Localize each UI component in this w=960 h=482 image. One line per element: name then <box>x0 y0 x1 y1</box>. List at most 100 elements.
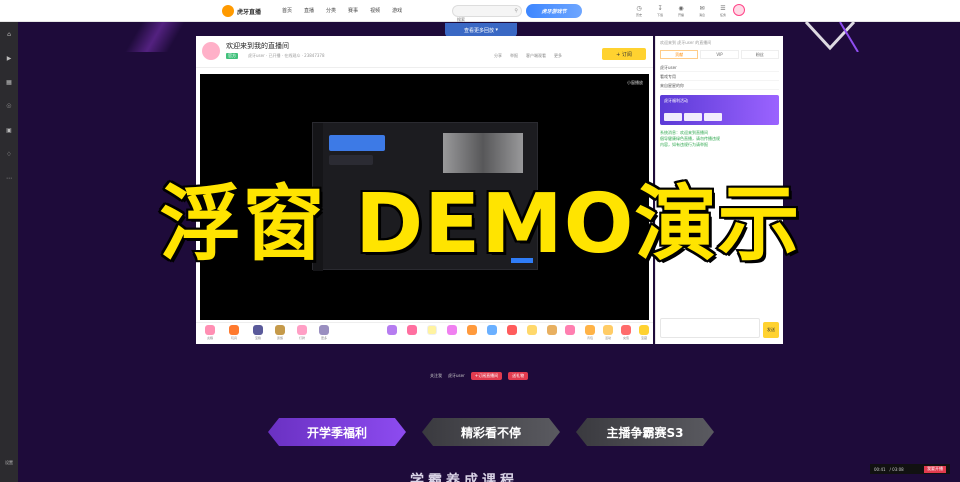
nav-link-game[interactable]: 游戏 <box>392 7 402 14</box>
chat-tabs: 贡献 VIP 粉丝 <box>656 48 783 61</box>
settings-label[interactable]: 设置 <box>2 460 16 466</box>
logo-icon <box>222 5 234 17</box>
gift-label: 玩具 <box>230 336 237 340</box>
floating-player-bar: 00:41 / 03:08 我要开播 <box>870 464 950 474</box>
subscribe-room-button[interactable]: +订阅直播间 <box>470 372 503 380</box>
subscribe-button[interactable]: + 订阅 <box>602 48 646 60</box>
video-icon[interactable]: ▣ <box>3 124 15 136</box>
room-actions: 分享 举报 客户端观看 更多 <box>494 53 562 59</box>
gift-item[interactable] <box>384 325 400 343</box>
gift-icon <box>427 325 437 335</box>
share-button[interactable]: 分享 <box>494 53 502 59</box>
replay-pill[interactable]: 查看更多回放 ▾ <box>445 23 517 37</box>
home-icon[interactable]: ⌂ <box>3 28 15 40</box>
list-item[interactable]: 来自星星的你 <box>660 81 779 90</box>
more-button[interactable]: 更多 <box>554 53 562 59</box>
event-button[interactable]: 活动 <box>600 325 616 343</box>
category-icon[interactable]: ▦ <box>3 76 15 88</box>
gift-item[interactable] <box>464 325 480 343</box>
gift-item[interactable] <box>524 325 540 343</box>
download-button[interactable]: ↧ 下载 <box>653 4 667 17</box>
tab-vip[interactable]: VIP <box>700 50 739 59</box>
gift-icon <box>547 325 557 335</box>
chat-messages: 系统消息：欢迎来到直播间 倡导健康绿色直播，请勿传播违规 内容，如有违规行为请举… <box>656 128 783 150</box>
promo-button[interactable]: 虎牙游戏节 <box>526 4 582 18</box>
site-logo[interactable]: 虎牙直播 <box>222 4 261 18</box>
history-icon: ◷ <box>636 5 642 12</box>
tab-contribution[interactable]: 贡献 <box>660 50 699 59</box>
nav-link-category[interactable]: 分类 <box>326 7 336 14</box>
gift-item[interactable]: 灯牌 <box>294 325 310 343</box>
nav-link-live[interactable]: 直播 <box>304 7 314 14</box>
message-button[interactable]: ✉ 消息 <box>695 4 709 17</box>
gift-icon <box>297 325 307 335</box>
tab-fans[interactable]: 粉丝 <box>740 50 779 59</box>
top-navbar: 虎牙直播 首页 直播 分类 赛事 视频 游戏 ⚲ 虎牙游戏节 ◷历史 ↧下载 ◉… <box>0 0 960 25</box>
broadcast-icon: ◉ <box>678 5 684 12</box>
list-item[interactable]: 看戏专用 <box>660 72 779 81</box>
event-banner-buttons <box>664 113 722 121</box>
gift-item[interactable] <box>404 325 420 343</box>
background-glow <box>110 22 200 52</box>
mini-window-button[interactable]: 小窗播放 <box>627 80 643 86</box>
gift-item[interactable] <box>424 325 440 343</box>
list-item[interactable]: 虎牙user <box>660 63 779 72</box>
room-meta: 虎牙user · 已开播 · 在线观众 · 23847378 <box>248 53 325 58</box>
event-icon <box>603 325 613 335</box>
gift-item[interactable]: 虎粮 <box>202 325 218 343</box>
gift-item[interactable] <box>504 325 520 343</box>
nav-links: 首页 直播 分类 赛事 视频 游戏 <box>282 7 402 14</box>
chat-message: 内容，如有违规行为请举报 <box>660 142 708 147</box>
nav-icons: ◷ 历史 ↧ 下载 ◉ 开播 ✉ 消息 ☰ 任务 <box>632 4 730 17</box>
gift-label: 贵族 <box>276 336 283 340</box>
section-heading: 学霸养成课程 <box>410 473 518 482</box>
gift-icon <box>487 325 497 335</box>
gift-icon <box>447 325 457 335</box>
gift-icon <box>507 325 517 335</box>
streamer-name[interactable]: 虎牙user <box>448 373 465 379</box>
event-option[interactable] <box>684 113 702 121</box>
send-gift-button[interactable]: 送礼物 <box>508 372 529 380</box>
download-icon: ↧ <box>657 5 663 12</box>
report-button[interactable]: 举报 <box>510 53 518 59</box>
search-box: ⚲ <box>452 5 522 25</box>
background-x-decoration <box>804 22 859 52</box>
gift-item[interactable]: 更多 <box>316 325 332 343</box>
task-label: 任务 <box>719 13 726 17</box>
nav-link-match[interactable]: 赛事 <box>348 7 358 14</box>
event-label: 活动 <box>604 336 611 340</box>
client-watch-button[interactable]: 客户端观看 <box>526 53 546 59</box>
event-option[interactable] <box>664 113 682 121</box>
gift-item[interactable] <box>484 325 500 343</box>
nav-link-home[interactable]: 首页 <box>282 7 292 14</box>
gift-item[interactable]: 玩具 <box>226 325 242 343</box>
treasure-icon <box>639 325 649 335</box>
task-button[interactable]: ☰ 任务 <box>716 4 730 17</box>
rank-list: 虎牙user 看戏专用 来自星星的你 <box>656 61 783 92</box>
live-icon[interactable]: ▶ <box>3 52 15 64</box>
nav-link-video[interactable]: 视频 <box>370 7 380 14</box>
gift-item[interactable] <box>562 325 578 343</box>
room-title: 欢迎来到我的直播间 <box>226 42 289 50</box>
recharge-button[interactable]: 充值 <box>618 325 634 343</box>
event-option[interactable] <box>704 113 722 121</box>
chat-input[interactable] <box>660 318 760 338</box>
search-icon[interactable]: ⚲ <box>514 8 518 14</box>
gift-item[interactable]: 宝箱 <box>250 325 266 343</box>
treasure-button[interactable]: 宝藏 <box>636 325 652 343</box>
gift-item[interactable] <box>544 325 560 343</box>
tab-back-to-school[interactable]: 开学季福利 <box>268 418 406 446</box>
streamer-avatar[interactable] <box>202 42 220 60</box>
tab-streamer-contest[interactable]: 主播争霸赛S3 <box>576 418 714 446</box>
tab-highlights[interactable]: 精彩看不停 <box>422 418 560 446</box>
event-banner[interactable]: 虎牙福利活动 <box>660 95 779 125</box>
gift-item[interactable]: 贵族 <box>272 325 288 343</box>
gift-item[interactable] <box>444 325 460 343</box>
match-icon[interactable]: ☉ <box>3 100 15 112</box>
broadcast-button[interactable]: ◉ 开播 <box>674 4 688 17</box>
send-button[interactable]: 发送 <box>763 322 779 338</box>
avatar[interactable] <box>733 4 745 16</box>
history-button[interactable]: ◷ 历史 <box>632 4 646 17</box>
backpack-button[interactable]: 背包 <box>582 325 598 343</box>
start-broadcast-button[interactable]: 我要开播 <box>924 465 946 473</box>
